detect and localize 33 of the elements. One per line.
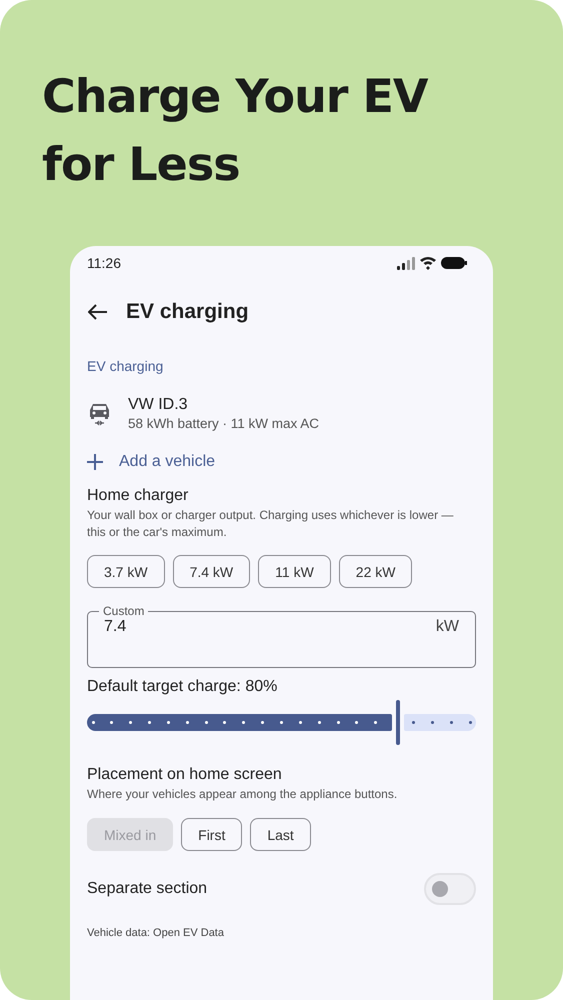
separate-section-label: Separate section — [87, 880, 208, 898]
plus-icon — [87, 454, 103, 470]
power-preset-chip[interactable]: 7.4 kW — [172, 555, 250, 588]
add-vehicle-button[interactable]: Add a vehicle — [87, 453, 476, 471]
signal-icon — [397, 256, 415, 270]
data-source-note: Vehicle data: Open EV Data — [87, 927, 225, 939]
target-charge-slider[interactable] — [87, 698, 476, 746]
vehicle-details: 58 kWh battery · 11 kW max AC — [128, 416, 320, 431]
power-preset-chip[interactable]: 11 kW — [258, 555, 331, 588]
placement-description: Where your vehicles appear among the appliance buttons. — [87, 786, 398, 803]
power-preset-chip[interactable]: 3.7 kW — [87, 555, 165, 588]
separate-section-switch[interactable] — [424, 873, 476, 905]
wifi-icon — [420, 256, 436, 270]
headline: Charge Your EV for Less — [42, 68, 430, 193]
home-charger-description: Your wall box or charger output. Charging uses whichever is lower — this or the car's maximum. — [87, 507, 454, 541]
field-label: Custom — [102, 604, 146, 618]
unit-suffix: kW — [436, 618, 459, 636]
field-value: 7.4 — [104, 618, 126, 636]
car-charging-icon — [89, 402, 110, 426]
placement-option[interactable]: Last — [250, 818, 311, 851]
home-charger-title: Home charger — [87, 487, 190, 505]
screen-title: EV charging — [126, 300, 249, 324]
back-arrow-icon[interactable] — [88, 304, 108, 320]
placement-title: Placement on home screen — [87, 766, 283, 784]
vehicle-name: VW ID.3 — [128, 396, 189, 414]
custom-power-field[interactable]: Custom 7.4 kW — [87, 604, 476, 668]
target-charge-label: Default target charge: 80% — [87, 678, 278, 696]
status-time: 11:26 — [87, 255, 121, 271]
slider-thumb[interactable] — [396, 700, 400, 745]
battery-icon — [441, 257, 467, 269]
section-title: EV charging — [87, 358, 164, 374]
placement-option[interactable]: First — [181, 818, 242, 851]
power-preset-chip[interactable]: 22 kW — [338, 555, 412, 588]
